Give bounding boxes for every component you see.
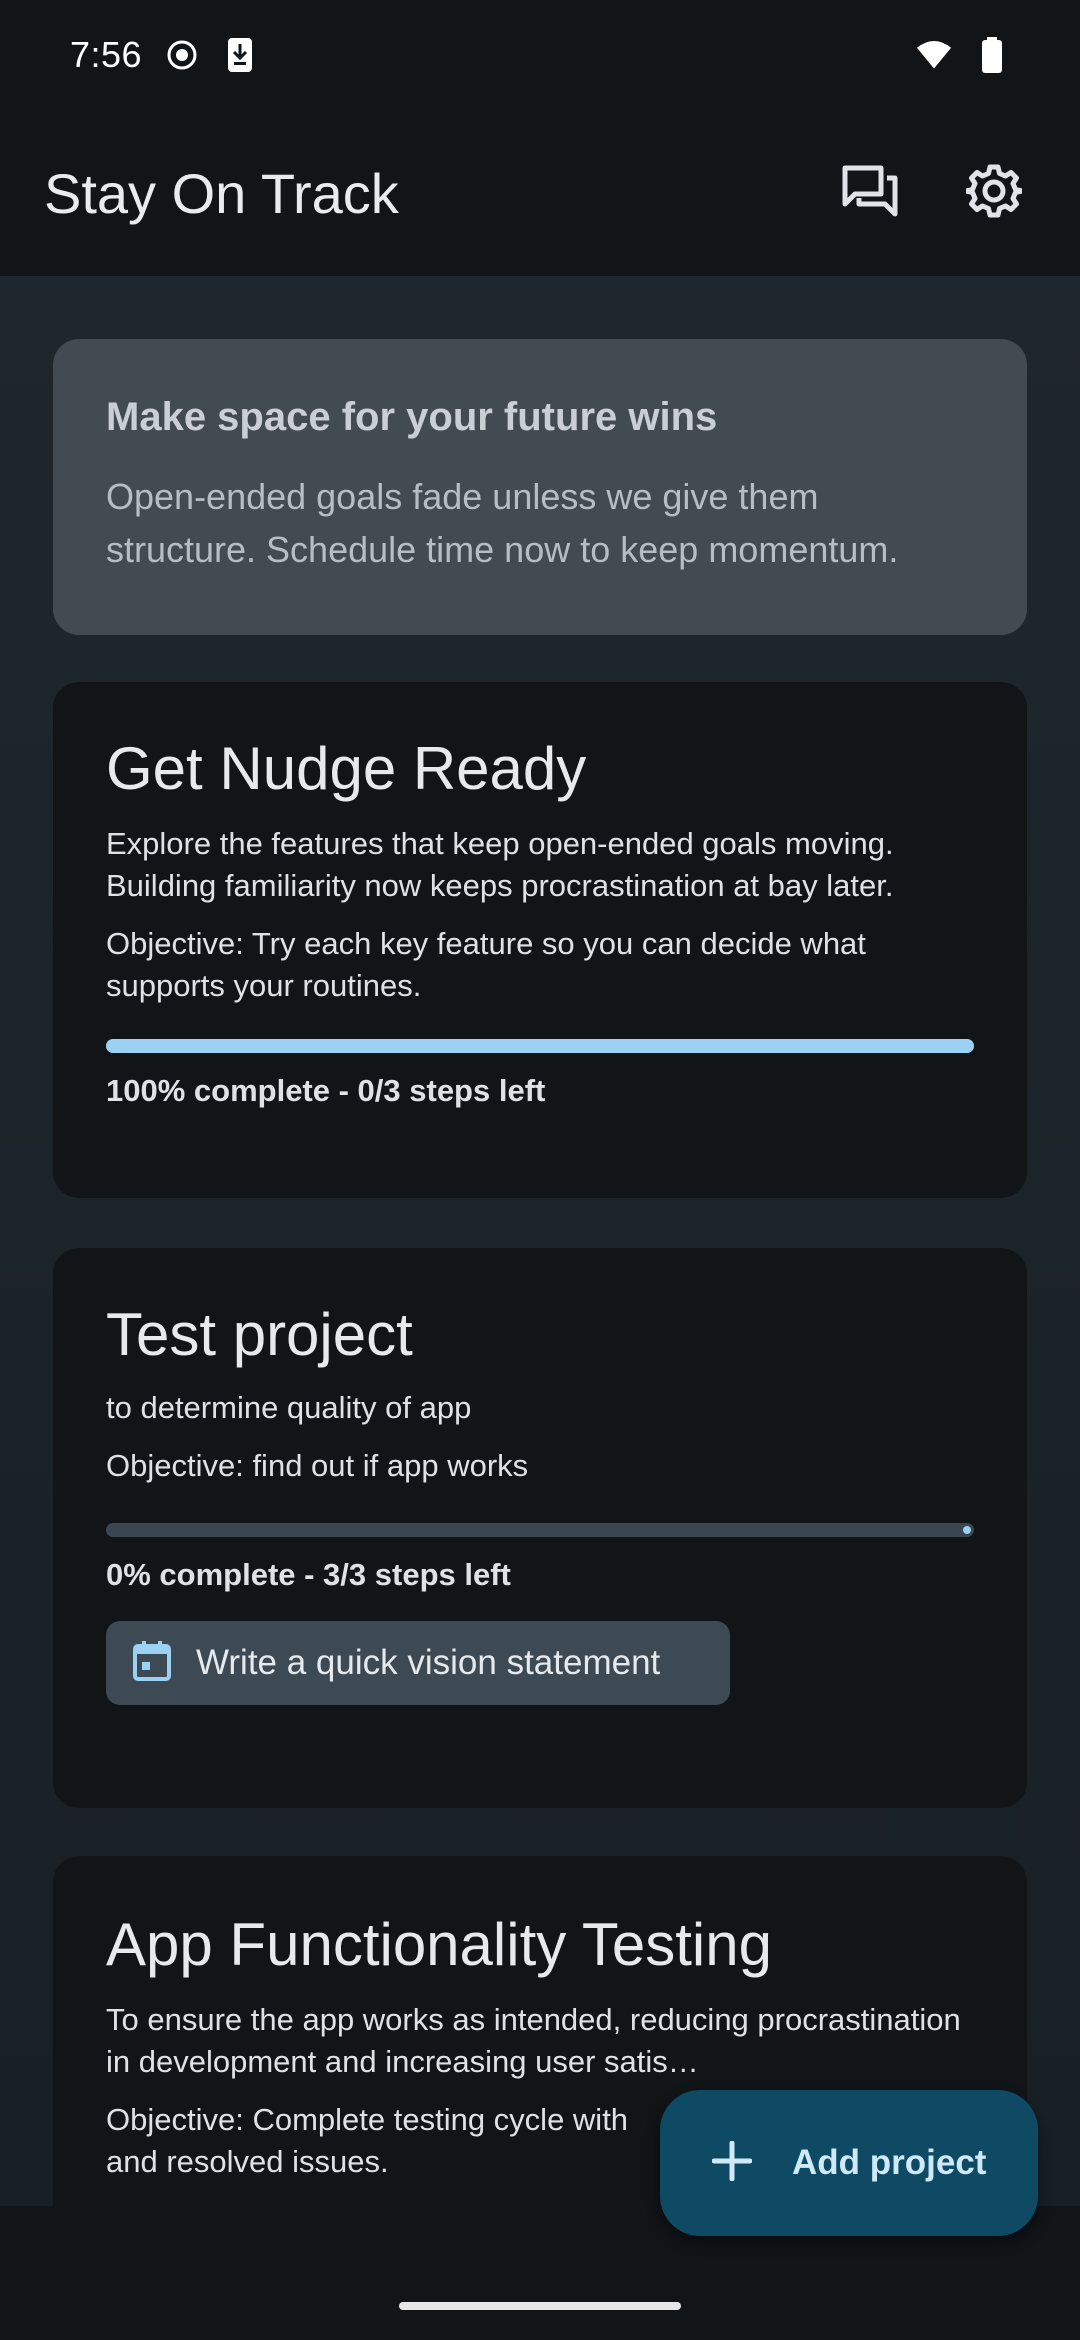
calendar-icon xyxy=(132,1640,172,1687)
status-time: 7:56 xyxy=(70,34,143,75)
progress-fill xyxy=(106,1039,974,1053)
settings-button[interactable] xyxy=(952,151,1036,235)
project-objective: Objective: Try each key feature so you c… xyxy=(106,926,866,1003)
project-description: to determine quality of app xyxy=(106,1390,472,1425)
status-left: 7:56 xyxy=(70,34,258,76)
project-list[interactable]: Make space for your future wins Open-end… xyxy=(0,276,1080,2206)
app-title: Stay On Track xyxy=(44,161,399,225)
feedback-icon xyxy=(841,164,899,223)
project-card[interactable]: Get Nudge Ready Explore the features tha… xyxy=(53,682,1027,1198)
project-description: To ensure the app works as intended, red… xyxy=(106,2002,961,2079)
app-screen: 7:56 Stay On Track Make space for your f… xyxy=(0,0,1080,2340)
settings-icon xyxy=(963,163,1025,224)
motivation-banner: Make space for your future wins Open-end… xyxy=(53,339,1027,635)
feedback-button[interactable] xyxy=(828,151,912,235)
progress-label: 0% complete - 3/3 steps left xyxy=(106,1557,511,1592)
add-project-label: Add project xyxy=(792,2143,987,2182)
project-progress-bar xyxy=(106,1523,974,1537)
vision-statement-button[interactable]: Write a quick vision statement xyxy=(106,1621,730,1705)
project-card[interactable]: Test project to determine quality of app… xyxy=(53,1248,1027,1808)
banner-body: Open-ended goals fade unless we give the… xyxy=(106,476,899,570)
progress-end-dot xyxy=(963,1526,971,1534)
status-right xyxy=(916,37,1010,73)
add-project-button[interactable]: Add project xyxy=(660,2090,1038,2236)
project-description: Explore the features that keep open-ende… xyxy=(106,826,894,903)
plus-icon xyxy=(711,2140,753,2186)
project-title: Test project xyxy=(106,1301,413,1368)
banner-title: Make space for your future wins xyxy=(106,395,718,439)
download-icon xyxy=(222,37,258,73)
progress-label: 100% complete - 0/3 steps left xyxy=(106,1073,546,1108)
project-objective: Objective: Complete testing cycle with a… xyxy=(106,2102,629,2179)
project-title: Get Nudge Ready xyxy=(106,735,587,802)
home-gesture-handle[interactable] xyxy=(399,2302,681,2310)
project-progress-bar xyxy=(106,1039,974,1053)
vision-statement-label: Write a quick vision statement xyxy=(196,1643,661,1682)
project-objective: Objective: find out if app works xyxy=(106,1448,529,1483)
project-title: App Functionality Testing xyxy=(106,1911,772,1978)
app-bar: Stay On Track xyxy=(0,110,1080,276)
wifi-icon xyxy=(916,37,952,73)
status-bar: 7:56 xyxy=(0,0,1080,110)
record-icon xyxy=(164,37,200,73)
battery-icon xyxy=(974,37,1010,73)
